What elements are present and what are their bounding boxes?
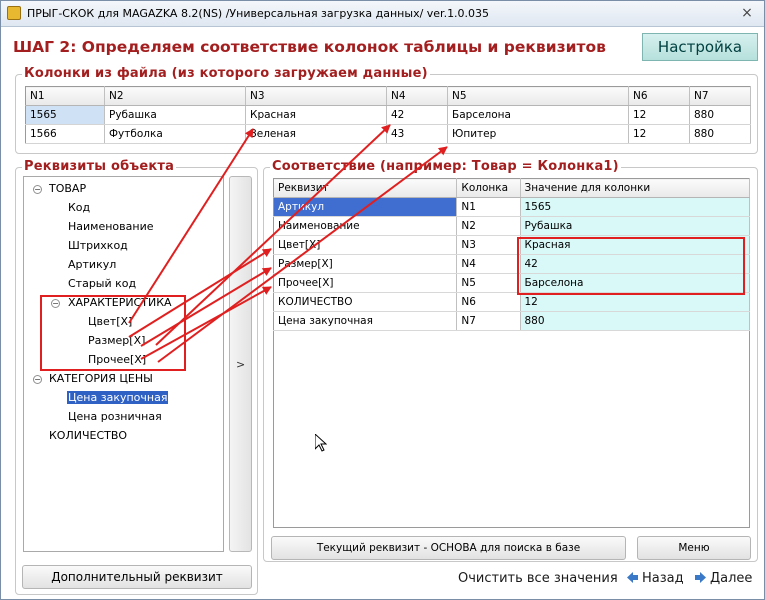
mapping-table-header: Реквизит Колонка Значение для колонки bbox=[273, 178, 750, 198]
file-columns-legend: Колонки из файла (из которого загружаем … bbox=[22, 66, 430, 81]
table-row[interactable]: Артикул N1 1565 bbox=[273, 197, 750, 217]
mapping-legend: Соответствие (например: Товар = Колонка1… bbox=[270, 159, 621, 174]
table-cell[interactable]: Зеленая bbox=[245, 124, 387, 144]
file-columns-table[interactable]: N1 N2 N3 N4 N5 N6 N7 1565 Рубашка Красна… bbox=[25, 86, 751, 144]
table-cell[interactable]: Прочее[X] bbox=[273, 273, 458, 293]
step-title: ШАГ 2: Определяем соответствие колонок т… bbox=[13, 38, 606, 56]
menu-button[interactable]: Меню bbox=[637, 536, 751, 560]
table-cell[interactable]: Наименование bbox=[273, 216, 458, 236]
column-header[interactable]: N7 bbox=[689, 86, 751, 106]
table-cell[interactable]: Размер[X] bbox=[273, 254, 458, 274]
collapse-icon[interactable]: − bbox=[33, 185, 42, 194]
table-cell[interactable]: Барселона bbox=[447, 105, 629, 125]
table-row[interactable]: 1565 Рубашка Красная 42 Барселона 12 880 bbox=[25, 105, 751, 125]
table-cell[interactable]: Цена закупочная bbox=[273, 311, 458, 331]
tree-item-code[interactable]: Код bbox=[68, 201, 90, 214]
clear-all-link[interactable]: Очистить все значения bbox=[458, 571, 618, 586]
app-icon bbox=[7, 6, 21, 20]
table-row[interactable]: Наименование N2 Рубашка bbox=[273, 216, 750, 236]
table-cell[interactable]: N3 bbox=[456, 235, 521, 255]
table-cell[interactable]: N4 bbox=[456, 254, 521, 274]
column-header[interactable]: Колонка bbox=[456, 178, 521, 198]
table-cell[interactable]: N6 bbox=[456, 292, 521, 312]
next-label: Далее bbox=[710, 571, 753, 586]
next-link[interactable]: Далее bbox=[695, 571, 752, 586]
tree-item-retail-price[interactable]: Цена розничная bbox=[68, 410, 162, 423]
column-header[interactable]: Реквизит bbox=[273, 178, 458, 198]
table-cell[interactable]: N7 bbox=[456, 311, 521, 331]
table-cell[interactable]: Рубашка bbox=[520, 216, 750, 236]
table-cell[interactable]: 1565 bbox=[25, 105, 105, 125]
current-prop-button[interactable]: Текущий реквизит - ОСНОВА для поиска в б… bbox=[271, 536, 626, 560]
table-cell[interactable]: КОЛИЧЕСТВО bbox=[273, 292, 458, 312]
settings-button[interactable]: Настройка bbox=[642, 33, 758, 61]
annotation-box-values bbox=[517, 237, 745, 295]
arrow-right-icon bbox=[695, 572, 706, 583]
mouse-cursor-icon bbox=[315, 434, 327, 452]
additional-prop-button[interactable]: Дополнительный реквизит bbox=[22, 565, 252, 589]
table-cell[interactable]: Цвет[X] bbox=[273, 235, 458, 255]
table-cell[interactable]: N1 bbox=[456, 197, 521, 217]
title-bar: ПРЫГ-СКОК для MAGAZKA 8.2(NS) /Универсал… bbox=[1, 1, 764, 27]
column-header[interactable]: N2 bbox=[104, 86, 246, 106]
tree-item-quantity[interactable]: КОЛИЧЕСТВО bbox=[49, 429, 127, 442]
chevron-right-icon: > bbox=[236, 358, 246, 371]
table-row[interactable]: КОЛИЧЕСТВО N6 12 bbox=[273, 292, 750, 312]
column-header[interactable]: N5 bbox=[447, 86, 629, 106]
table-cell[interactable]: 880 bbox=[689, 124, 751, 144]
column-header[interactable]: N3 bbox=[245, 86, 387, 106]
table-row[interactable]: Цена закупочная N7 880 bbox=[273, 311, 750, 331]
arrow-left-icon bbox=[627, 572, 638, 583]
table-cell[interactable]: Рубашка bbox=[104, 105, 246, 125]
table-cell[interactable]: 42 bbox=[386, 105, 448, 125]
table-cell[interactable]: Футболка bbox=[104, 124, 246, 144]
column-header[interactable]: N1 bbox=[25, 86, 105, 106]
table-cell[interactable]: 12 bbox=[628, 124, 690, 144]
tree-item-old-code[interactable]: Старый код bbox=[68, 277, 136, 290]
table-cell[interactable]: N5 bbox=[456, 273, 521, 293]
collapse-icon[interactable]: − bbox=[33, 375, 42, 384]
main-window: ПРЫГ-СКОК для MAGAZKA 8.2(NS) /Универсал… bbox=[0, 0, 765, 600]
tree-item-purchase-price[interactable]: Цена закупочная bbox=[67, 391, 169, 404]
tree-item-barcode[interactable]: Штрихкод bbox=[68, 239, 128, 252]
table-cell[interactable]: 880 bbox=[520, 311, 750, 331]
table-cell[interactable]: 1565 bbox=[520, 197, 750, 217]
column-header[interactable]: Значение для колонки bbox=[520, 178, 750, 198]
table-cell[interactable]: 12 bbox=[628, 105, 690, 125]
tree-item-price-category[interactable]: КАТЕГОРИЯ ЦЕНЫ bbox=[49, 372, 153, 385]
table-row[interactable]: 1566 Футболка Зеленая 43 Юпитер 12 880 bbox=[25, 124, 751, 144]
tree-item-goods[interactable]: ТОВАР bbox=[49, 182, 86, 195]
table-cell[interactable]: Юпитер bbox=[447, 124, 629, 144]
table-cell[interactable]: 43 bbox=[386, 124, 448, 144]
tree-item-article[interactable]: Артикул bbox=[68, 258, 116, 271]
move-right-button[interactable]: > bbox=[229, 176, 252, 552]
table-cell[interactable]: 1566 bbox=[25, 124, 105, 144]
table-cell[interactable]: N2 bbox=[456, 216, 521, 236]
table-cell[interactable]: Артикул bbox=[273, 197, 458, 217]
annotation-box-characteristic bbox=[40, 295, 186, 371]
tree-item-name[interactable]: Наименование bbox=[68, 220, 153, 233]
back-label: Назад bbox=[642, 571, 684, 586]
table-cell[interactable]: 880 bbox=[689, 105, 751, 125]
close-icon[interactable]: × bbox=[738, 4, 756, 22]
table-cell[interactable]: 12 bbox=[520, 292, 750, 312]
back-link[interactable]: Назад bbox=[627, 571, 684, 586]
file-table-header: N1 N2 N3 N4 N5 N6 N7 bbox=[25, 86, 751, 106]
window-title: ПРЫГ-СКОК для MAGAZKA 8.2(NS) /Универсал… bbox=[27, 7, 490, 20]
table-cell[interactable]: Красная bbox=[245, 105, 387, 125]
column-header[interactable]: N4 bbox=[386, 86, 448, 106]
object-props-legend: Реквизиты объекта bbox=[22, 159, 177, 174]
column-header[interactable]: N6 bbox=[628, 86, 690, 106]
